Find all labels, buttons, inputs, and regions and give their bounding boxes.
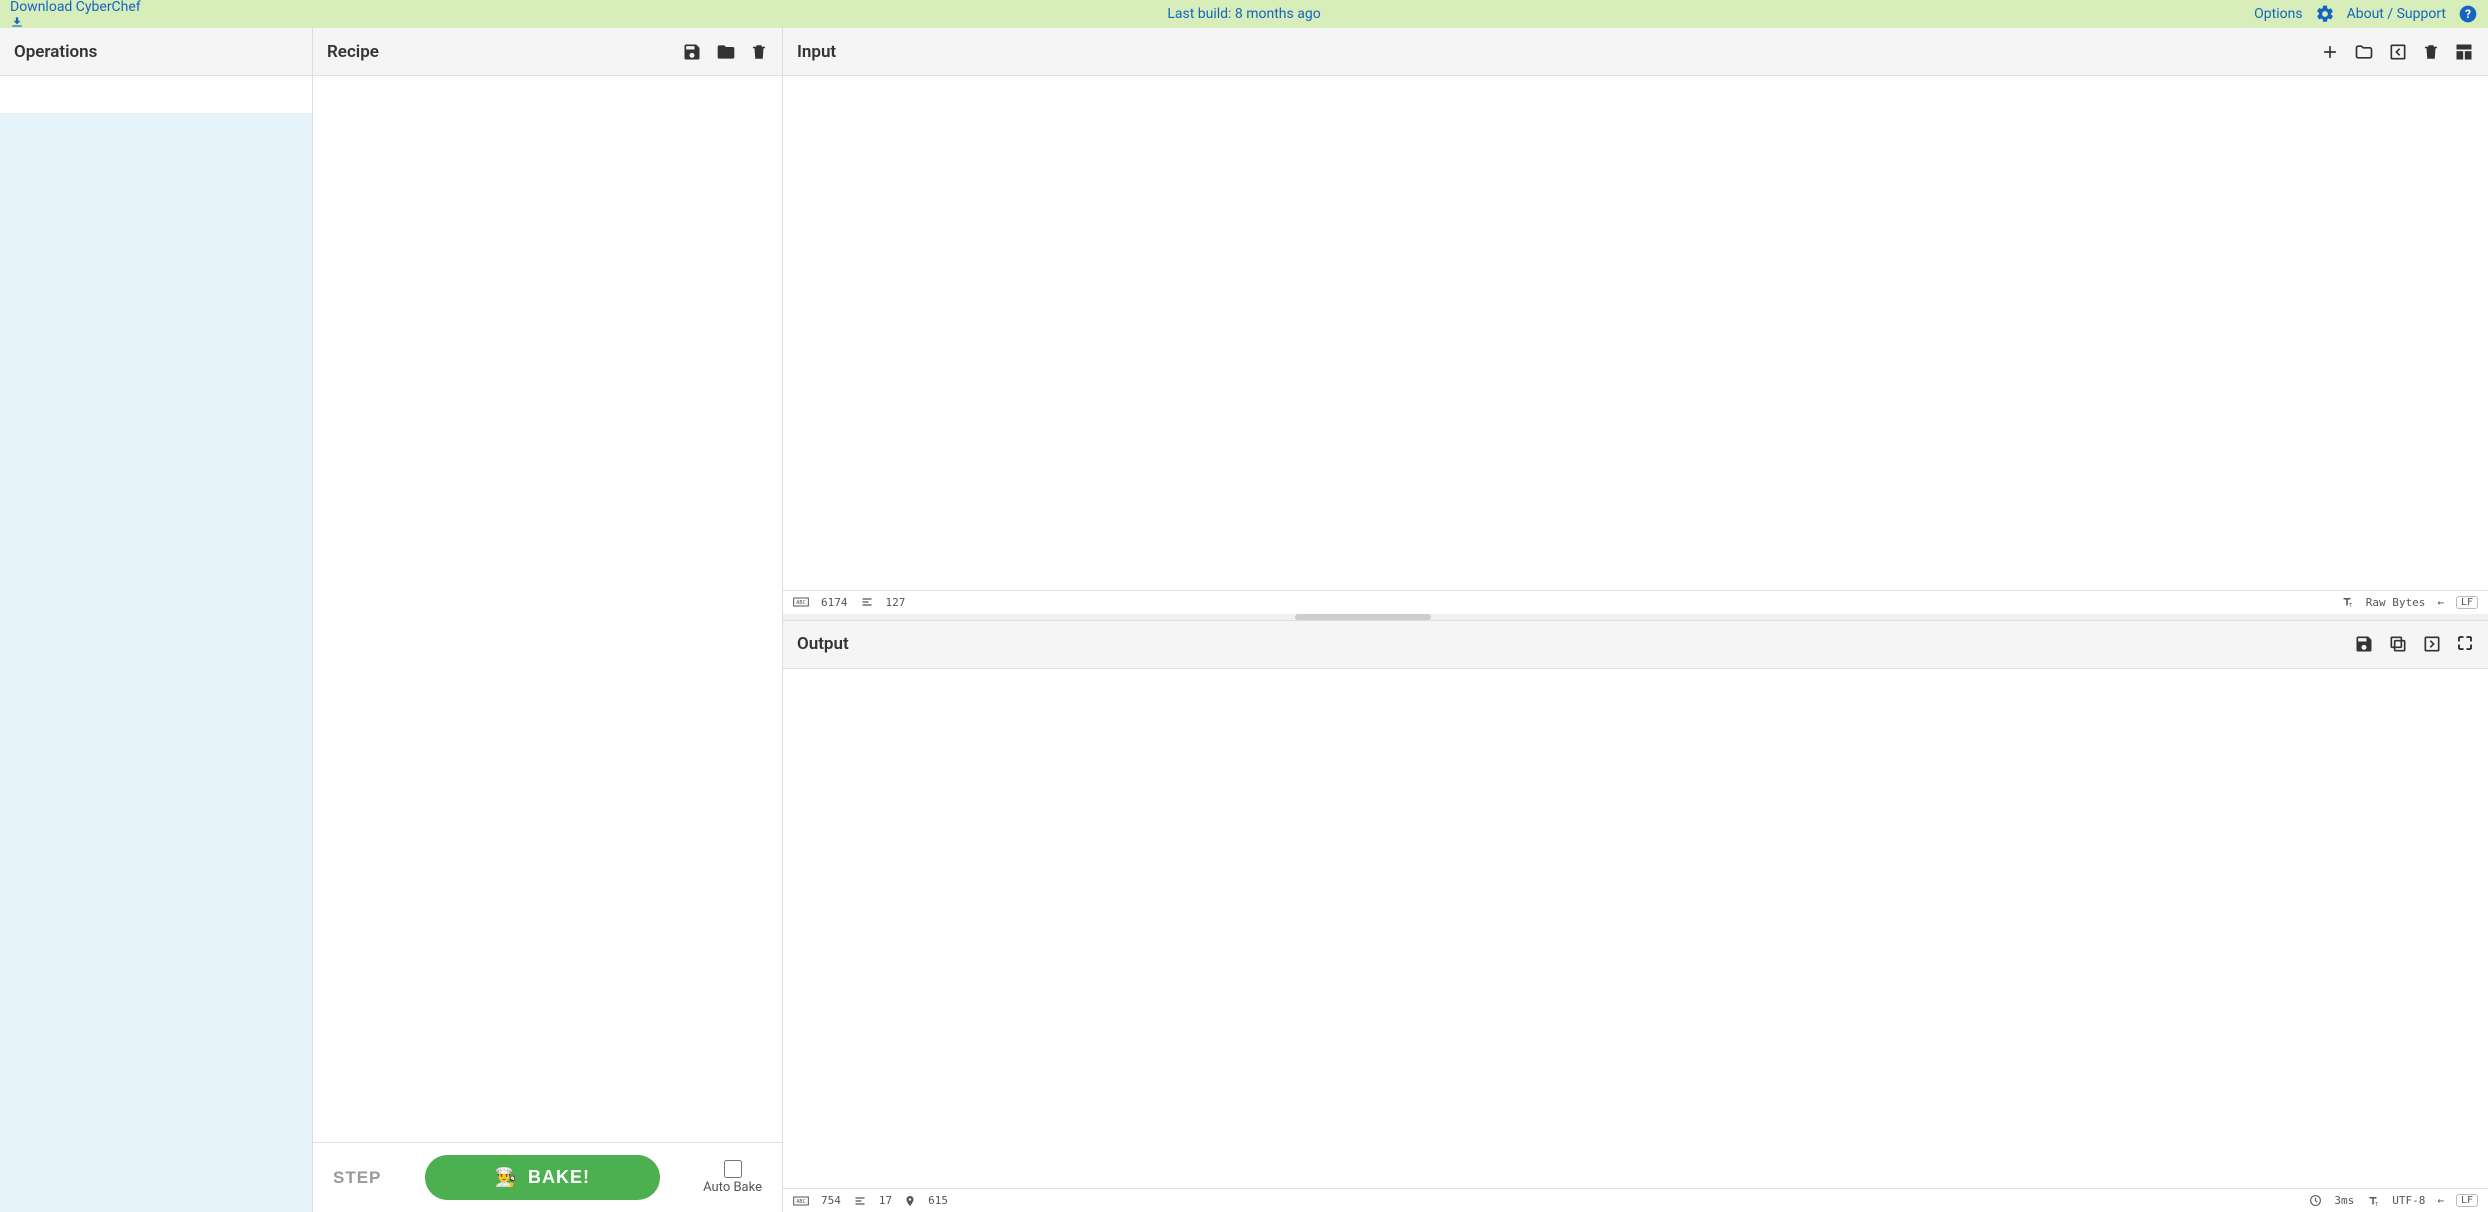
output-panel: Output ABC 754 17 615 3ms xyxy=(783,621,2488,1212)
help-icon[interactable]: ? xyxy=(2458,4,2478,24)
clear-recipe-icon[interactable] xyxy=(750,42,768,62)
load-recipe-icon[interactable] xyxy=(716,42,736,62)
about-link[interactable]: About / Support xyxy=(2347,6,2446,22)
input-text[interactable] xyxy=(783,76,2488,590)
top-banner: Download CyberChef Last build: 8 months … xyxy=(0,0,2488,28)
input-length: 6174 xyxy=(821,596,848,609)
bake-button[interactable]: 👨‍🍳 BAKE! xyxy=(425,1155,660,1200)
cursor-icon xyxy=(904,1194,916,1208)
download-link[interactable]: Download CyberChef xyxy=(10,0,148,29)
bake-bar: STEP 👨‍🍳 BAKE! Auto Bake xyxy=(313,1142,782,1212)
open-folder-icon[interactable] xyxy=(2354,42,2374,62)
length-icon: ABC xyxy=(793,597,809,607)
search-input[interactable] xyxy=(0,76,312,114)
gear-icon[interactable] xyxy=(2315,4,2335,24)
auto-bake-checkbox[interactable] xyxy=(724,1160,742,1178)
save-output-icon[interactable] xyxy=(2354,634,2374,654)
options-link[interactable]: Options xyxy=(2254,6,2302,22)
output-length: 754 xyxy=(821,1194,841,1207)
input-scrollbar[interactable] xyxy=(783,614,2488,620)
operations-list xyxy=(0,114,312,1212)
lines-icon xyxy=(860,596,874,608)
output-format[interactable]: UTF-8 xyxy=(2392,1194,2425,1207)
input-eol[interactable]: LF xyxy=(2456,596,2478,609)
auto-bake[interactable]: Auto Bake xyxy=(703,1160,762,1195)
output-status: ABC 754 17 615 3ms T UTF-8 ← LF xyxy=(783,1188,2488,1212)
recipe-body xyxy=(313,76,782,1142)
output-time: 3ms xyxy=(2334,1194,2354,1207)
chef-icon: 👨‍🍳 xyxy=(495,1167,518,1188)
output-lines: 17 xyxy=(879,1194,892,1207)
input-status: ABC 6174 127 T Raw Bytes ← LF xyxy=(783,590,2488,614)
step-button[interactable]: STEP xyxy=(333,1168,381,1188)
input-title: Input xyxy=(797,42,836,62)
format-icon: T xyxy=(2340,596,2354,608)
length-icon: ABC xyxy=(793,1196,809,1206)
output-header: Output xyxy=(783,621,2488,669)
time-icon xyxy=(2309,1194,2322,1207)
add-input-icon[interactable] xyxy=(2320,42,2340,62)
input-panel: Input ABC 6174 127 T Raw Bytes xyxy=(783,28,2488,621)
format-icon: T xyxy=(2366,1195,2380,1207)
last-build[interactable]: Last build: 8 months ago xyxy=(1167,6,1320,22)
operations-panel: Operations xyxy=(0,28,313,1212)
io-column: Input ABC 6174 127 T Raw Bytes xyxy=(783,28,2488,1212)
input-format[interactable]: Raw Bytes xyxy=(2366,596,2426,609)
operations-header: Operations xyxy=(0,28,312,76)
input-lines: 127 xyxy=(886,596,906,609)
svg-text:ABC: ABC xyxy=(796,1199,806,1205)
open-file-icon[interactable] xyxy=(2388,42,2408,62)
recipe-title: Recipe xyxy=(327,42,379,62)
recipe-panel: Recipe STEP 👨‍🍳 BAKE! Auto Bake xyxy=(313,28,783,1212)
output-title: Output xyxy=(797,634,849,654)
clear-input-icon[interactable] xyxy=(2422,42,2440,62)
maximize-output-icon[interactable] xyxy=(2456,634,2474,654)
svg-text:ABC: ABC xyxy=(796,600,806,606)
input-header: Input xyxy=(783,28,2488,76)
lines-icon xyxy=(853,1195,867,1207)
svg-text:T: T xyxy=(2375,1202,2378,1207)
svg-text:T: T xyxy=(2349,603,2352,608)
output-text[interactable] xyxy=(783,669,2488,1189)
reset-layout-icon[interactable] xyxy=(2454,42,2474,62)
save-recipe-icon[interactable] xyxy=(682,42,702,62)
output-cursor: 615 xyxy=(928,1194,948,1207)
move-output-icon[interactable] xyxy=(2422,634,2442,654)
output-eol[interactable]: LF xyxy=(2456,1194,2478,1207)
eol-arrow-icon: ← xyxy=(2437,1194,2444,1207)
eol-arrow-icon: ← xyxy=(2437,596,2444,609)
copy-output-icon[interactable] xyxy=(2388,634,2408,654)
recipe-header: Recipe xyxy=(313,28,782,76)
svg-text:?: ? xyxy=(2465,7,2471,21)
operations-title: Operations xyxy=(14,42,97,62)
